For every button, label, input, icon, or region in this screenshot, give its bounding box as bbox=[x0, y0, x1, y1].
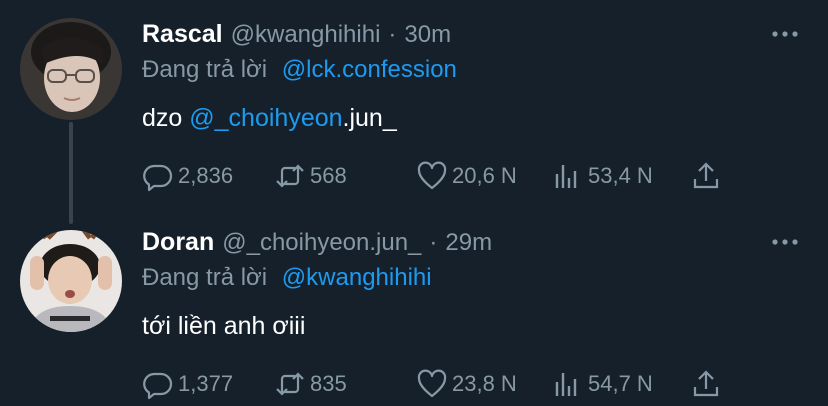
tweet-text-prefix: dzo bbox=[142, 104, 190, 132]
avatar[interactable] bbox=[20, 230, 122, 332]
replying-to-line: Đang trả lời @lck.confession bbox=[142, 56, 457, 84]
replying-to-line: Đang trả lời @kwanghihihi bbox=[142, 264, 432, 292]
tweet-thread: Rascal @kwanghihihi · 30m Đang trả lời @… bbox=[0, 0, 828, 406]
views-button[interactable]: 54,7 N bbox=[552, 368, 653, 400]
share-button[interactable] bbox=[690, 368, 722, 400]
like-icon bbox=[417, 369, 447, 398]
views-count: 53,4 N bbox=[588, 163, 653, 188]
reply-count: 1,377 bbox=[178, 371, 234, 396]
like-count: 20,6 N bbox=[452, 163, 517, 188]
reply-count: 2,836 bbox=[178, 163, 234, 188]
tweet-timestamp[interactable]: 30m bbox=[404, 21, 451, 49]
header-separator: · bbox=[429, 229, 438, 256]
replying-to-label: Đang trả lời bbox=[142, 56, 268, 83]
avatar-image bbox=[20, 230, 122, 332]
views-button[interactable]: 53,4 N bbox=[552, 160, 653, 192]
tweet[interactable]: Doran @_choihyeon.jun_ · 29m Đang trả lờ… bbox=[0, 212, 828, 406]
tweet-text: tới liền anh ơiii bbox=[142, 312, 305, 341]
tweet-text-prefix: tới liền anh ơiii bbox=[142, 312, 306, 340]
retweet-count: 568 bbox=[310, 163, 347, 188]
share-icon bbox=[693, 370, 719, 397]
reply-button[interactable]: 1,377 bbox=[142, 368, 233, 400]
share-button[interactable] bbox=[690, 160, 722, 192]
replying-to-mention[interactable]: @kwanghihihi bbox=[282, 264, 432, 291]
header-separator: · bbox=[388, 21, 397, 48]
like-icon bbox=[417, 161, 447, 190]
user-handle[interactable]: @kwanghihihi bbox=[231, 21, 381, 49]
views-icon bbox=[555, 373, 577, 396]
avatar[interactable] bbox=[20, 18, 122, 120]
more-icon[interactable] bbox=[770, 24, 800, 44]
tweet-header: Rascal @kwanghihihi · 30m bbox=[142, 20, 451, 52]
retweet-icon bbox=[276, 372, 304, 396]
views-icon bbox=[555, 165, 577, 188]
replying-to-label: Đang trả lời bbox=[142, 264, 268, 291]
avatar-image bbox=[20, 18, 122, 120]
like-count: 23,8 N bbox=[452, 371, 517, 396]
share-icon bbox=[693, 162, 719, 189]
more-icon[interactable] bbox=[770, 232, 800, 252]
reply-icon bbox=[143, 164, 173, 192]
replying-to-mention[interactable]: @lck.confession bbox=[282, 56, 457, 83]
tweet-header: Doran @_choihyeon.jun_ · 29m bbox=[142, 228, 492, 260]
like-button[interactable]: 23,8 N bbox=[416, 368, 517, 400]
retweet-button[interactable]: 568 bbox=[274, 160, 347, 192]
views-count: 54,7 N bbox=[588, 371, 653, 396]
reply-icon bbox=[143, 372, 173, 400]
tweet-actions: 1,377 835 23,8 N 54,7 N bbox=[142, 368, 762, 400]
retweet-count: 835 bbox=[310, 371, 347, 396]
tweet-text-suffix: .jun_ bbox=[342, 104, 397, 132]
tweet[interactable]: Rascal @kwanghihihi · 30m Đang trả lời @… bbox=[0, 0, 828, 212]
display-name[interactable]: Rascal bbox=[142, 20, 223, 49]
retweet-button[interactable]: 835 bbox=[274, 368, 347, 400]
tweet-text: dzo @_choihyeon.jun_ bbox=[142, 104, 397, 133]
retweet-icon bbox=[276, 164, 304, 188]
display-name[interactable]: Doran bbox=[142, 228, 214, 257]
tweet-text-mention[interactable]: @_choihyeon bbox=[189, 104, 342, 132]
tweet-timestamp[interactable]: 29m bbox=[445, 229, 492, 257]
reply-button[interactable]: 2,836 bbox=[142, 160, 233, 192]
like-button[interactable]: 20,6 N bbox=[416, 160, 517, 192]
user-handle[interactable]: @_choihyeon.jun_ bbox=[222, 229, 421, 257]
tweet-actions: 2,836 568 20,6 N 53,4 N bbox=[142, 160, 762, 192]
